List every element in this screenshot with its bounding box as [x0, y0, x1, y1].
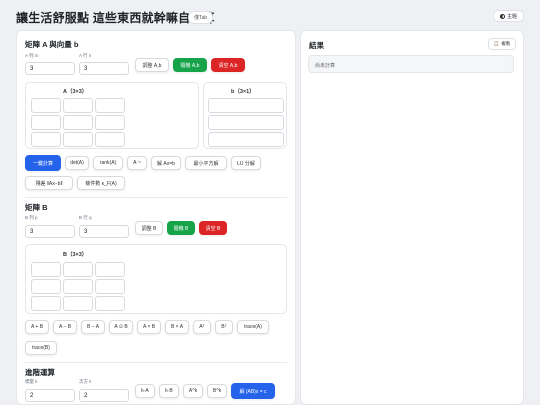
matrix-b-title: 矩陣 B	[25, 203, 48, 212]
b-rows-label: B 列 p	[25, 215, 38, 220]
input-panel: 矩陣 A 與向量 b A 列 m A 行 n 3 3 調整 A,b 隨機 A,b…	[16, 30, 296, 405]
vector-b-grid: b（3×1）	[203, 82, 287, 149]
b-cols-input[interactable]: 3	[79, 225, 129, 238]
a-power-k-button[interactable]: A^k	[183, 384, 203, 398]
b-matrix-cell[interactable]	[63, 262, 93, 277]
a-cell[interactable]	[95, 98, 125, 113]
a-cell[interactable]	[95, 115, 125, 130]
page-title: 讓生活舒服點 這些東西就幹嘛自己算	[16, 11, 215, 25]
b-power-k-button[interactable]: B^k	[207, 384, 227, 398]
hadamard-button[interactable]: A ⊙ B	[109, 320, 133, 334]
power-label: 次方 k	[79, 379, 92, 384]
a-cols-input[interactable]: 3	[79, 62, 129, 75]
a-cell[interactable]	[31, 115, 61, 130]
copy-result-button[interactable]: 📋 複製	[488, 38, 516, 50]
a-plus-b-button[interactable]: A + B	[25, 320, 49, 334]
section-divider	[25, 197, 287, 198]
a-cell[interactable]	[63, 132, 93, 147]
result-title: 結果	[309, 41, 324, 50]
copy-label: 複製	[501, 41, 511, 46]
clipboard-icon: 📋	[493, 41, 500, 46]
transpose-a-button[interactable]: Aᵀ	[193, 320, 211, 334]
a-cell[interactable]	[63, 98, 93, 113]
rank-a-button[interactable]: rank(A)	[93, 156, 123, 170]
scalar-label: 標量 k	[25, 379, 38, 384]
inverse-a-button[interactable]: A⁻¹	[127, 156, 147, 170]
trace-a-button[interactable]: trace(A)	[237, 320, 269, 334]
transpose-b-button[interactable]: Bᵀ	[215, 320, 233, 334]
random-a-button[interactable]: 隨機 A,b	[173, 58, 207, 72]
b-matrix-cell[interactable]	[95, 279, 125, 294]
matrix-a-title: 矩陣 A 與向量 b	[25, 40, 79, 49]
k-times-b-button[interactable]: k·B	[159, 384, 179, 398]
section-divider	[25, 362, 287, 363]
a-cell[interactable]	[31, 98, 61, 113]
k-times-a-button[interactable]: k·A	[135, 384, 155, 398]
b-times-a-button[interactable]: B × A	[165, 320, 189, 334]
lu-decomposition-button[interactable]: LU 分解	[231, 156, 261, 170]
b-matrix-cell[interactable]	[31, 279, 61, 294]
a-cell[interactable]	[31, 132, 61, 147]
a-rows-input[interactable]: 3	[25, 62, 75, 75]
b-rows-input[interactable]: 3	[25, 225, 75, 238]
det-a-button[interactable]: det(A)	[65, 156, 89, 170]
matrix-a-grid-title: A（3×3）	[63, 89, 88, 95]
b-cell[interactable]	[208, 115, 284, 130]
a-cell[interactable]	[63, 115, 93, 130]
compute-all-button[interactable]: 一鍵計算	[25, 155, 61, 171]
b-cell[interactable]	[208, 132, 284, 147]
matrix-b-grid-title: B（3×3）	[63, 252, 88, 258]
b-cell[interactable]	[208, 98, 284, 113]
b-matrix-cell[interactable]	[31, 296, 61, 311]
power-input[interactable]: 2	[79, 389, 129, 402]
least-squares-button[interactable]: 最小平方解	[185, 156, 227, 170]
condition-number-button[interactable]: 條件數 κ_F(A)	[77, 176, 125, 190]
app-header: 讓生活舒服點 這些東西就幹嘛自己算 僅Tab 主題	[0, 0, 540, 30]
advanced-title: 進階運算	[25, 368, 55, 377]
matrix-a-grid: A（3×3）	[25, 82, 199, 149]
resize-a-button[interactable]: 調整 A,b	[135, 58, 169, 72]
vector-b-grid-title: b（3×1）	[231, 89, 255, 95]
half-moon-icon	[499, 13, 505, 19]
solve-abx-c-button[interactable]: 解 (AB)x = c	[231, 383, 275, 399]
a-rows-label: A 列 m	[25, 53, 39, 58]
result-panel: 結果	[300, 30, 524, 405]
b-matrix-cell[interactable]	[63, 296, 93, 311]
shortcut-badge: 僅Tab	[188, 11, 214, 24]
matrix-b-grid: B（3×3）	[25, 244, 287, 314]
random-b-button[interactable]: 隨機 B	[167, 221, 195, 235]
b-matrix-cell[interactable]	[63, 279, 93, 294]
scalar-input[interactable]: 2	[25, 389, 75, 402]
clear-b-button[interactable]: 清空 B	[199, 221, 227, 235]
a-times-b-button[interactable]: A × B	[137, 320, 161, 334]
result-output: 尚未計算	[308, 55, 514, 73]
a-cols-label: A 行 n	[79, 53, 92, 58]
residual-button[interactable]: 殘差 ‖Ax−b‖	[25, 176, 73, 190]
theme-toggle-label: 主題	[506, 13, 517, 20]
b-matrix-cell[interactable]	[95, 296, 125, 311]
b-matrix-cell[interactable]	[31, 262, 61, 277]
a-minus-b-button[interactable]: A − B	[53, 320, 77, 334]
b-matrix-cell[interactable]	[95, 262, 125, 277]
a-cell[interactable]	[95, 132, 125, 147]
solve-ax-b-button[interactable]: 解 Ax=b	[151, 156, 181, 170]
theme-toggle-button[interactable]: 主題	[493, 10, 524, 22]
resize-b-button[interactable]: 調整 B	[135, 221, 163, 235]
b-minus-a-button[interactable]: B − A	[81, 320, 105, 334]
trace-b-button[interactable]: trace(B)	[25, 341, 57, 355]
clear-a-button[interactable]: 清空 A,b	[211, 58, 245, 72]
b-cols-label: B 行 q	[79, 215, 92, 220]
